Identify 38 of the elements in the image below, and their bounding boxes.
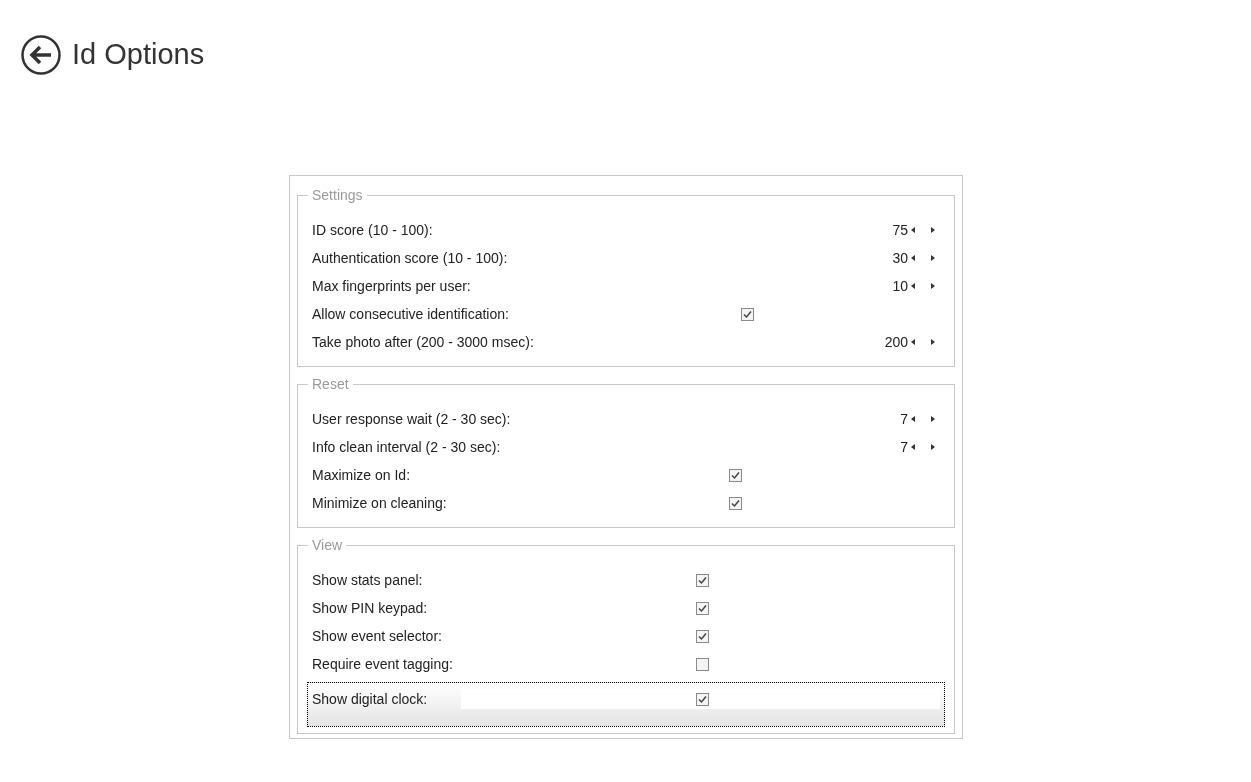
- settings-row[interactable]: Show stats panel:: [312, 570, 940, 598]
- setting-label: Minimize on cleaning:: [312, 493, 447, 513]
- spinner-value: 200: [884, 332, 908, 352]
- setting-label: Maximize on Id:: [312, 465, 411, 485]
- spinner-value: 10: [892, 276, 908, 296]
- spinner-value: 7: [900, 409, 908, 429]
- setting-label: Max fingerprints per user:: [312, 276, 471, 296]
- spinner-value: 30: [892, 248, 908, 268]
- spinner-value: 7: [900, 437, 908, 457]
- settings-row[interactable]: Show event selector:: [312, 626, 940, 654]
- settings-row[interactable]: Show PIN keypad:: [312, 598, 940, 626]
- settings-row[interactable]: Max fingerprints per user: 10: [312, 276, 940, 304]
- setting-label: Info clean interval (2 - 30 sec):: [312, 437, 501, 457]
- group-legend: Reset: [308, 374, 353, 395]
- settings-row[interactable]: Authentication score (10 - 100): 30: [312, 248, 940, 276]
- setting-label: User response wait (2 - 30 sec):: [312, 409, 511, 429]
- page-title: Id Options: [72, 37, 205, 72]
- settings-row[interactable]: Require event tagging:: [312, 654, 940, 682]
- settings-row[interactable]: Maximize on Id:: [312, 465, 940, 493]
- setting-label: Show digital clock:: [312, 689, 428, 709]
- group-legend: View: [308, 535, 347, 556]
- setting-label: Allow consecutive identification:: [312, 304, 509, 324]
- settings-row[interactable]: Take photo after (200 - 3000 msec): 200: [312, 332, 940, 360]
- settings-row[interactable]: Info clean interval (2 - 30 sec): 7: [312, 437, 940, 465]
- settings-row[interactable]: ID score (10 - 100): 75: [312, 220, 940, 248]
- spinner-value: 75: [892, 220, 908, 240]
- setting-label: Authentication score (10 - 100):: [312, 248, 508, 268]
- settings-row[interactable]: User response wait (2 - 30 sec): 7: [312, 409, 940, 437]
- settings-row[interactable]: Allow consecutive identification:: [312, 304, 940, 332]
- setting-label: Take photo after (200 - 3000 msec):: [312, 332, 534, 352]
- selected-row[interactable]: Show digital clock:: [307, 682, 945, 727]
- setting-label: Show stats panel:: [312, 570, 423, 590]
- settings-row[interactable]: Minimize on cleaning:: [312, 493, 940, 521]
- setting-label: Show event selector:: [312, 626, 442, 646]
- group-legend: Settings: [308, 185, 367, 206]
- setting-label: Show PIN keypad:: [312, 598, 428, 618]
- setting-label: Require event tagging:: [312, 654, 453, 674]
- setting-label: ID score (10 - 100):: [312, 220, 433, 240]
